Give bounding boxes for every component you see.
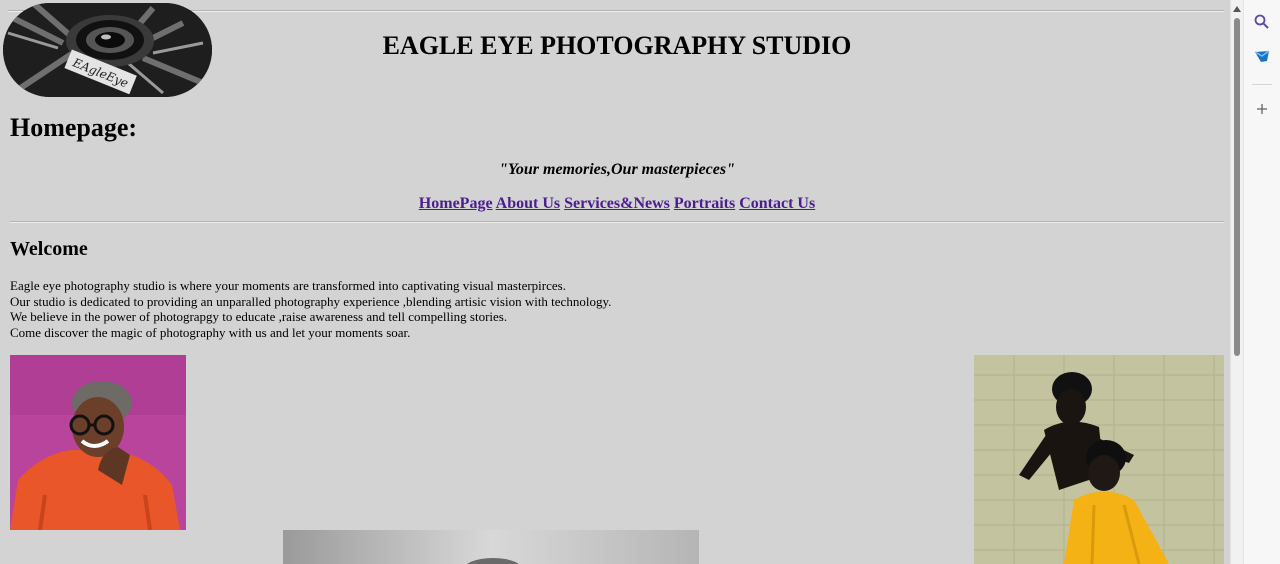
welcome-line: Eagle eye photography studio is where yo… [10,278,566,293]
nav-link-contact-us[interactable]: Contact Us [739,195,815,212]
welcome-text: Eagle eye photography studio is where yo… [10,278,611,340]
tagline: "Your memories,Our masterpieces" [499,161,735,178]
add-icon[interactable] [1253,100,1271,118]
browser-sidebar [1243,0,1280,564]
sidebar-divider [1252,84,1272,85]
portrait-photo-left [10,355,186,530]
site-title: EAGLE EYE PHOTOGRAPHY STUDIO [382,31,852,60]
welcome-line: We believe in the power of photograpgy t… [10,309,508,324]
welcome-line: Our studio is dedicated to providing an … [10,293,612,309]
vertical-scrollbar[interactable] [1230,0,1243,564]
nav-divider [10,221,1224,223]
page-heading: Homepage: [10,113,138,142]
welcome-heading: Welcome [10,238,88,260]
scroll-up-icon[interactable] [1233,6,1241,12]
welcome-line: Come discover the magic of photography w… [10,324,411,340]
search-icon[interactable] [1253,13,1271,31]
scrollbar-thumb[interactable] [1234,18,1240,356]
nav-link-homepage[interactable]: HomePage [419,195,493,212]
nav-link-services-news[interactable]: Services&News [564,195,670,212]
outlook-icon[interactable] [1253,47,1271,65]
portrait-photo-right [974,355,1224,564]
grayscale-photo-bottom [283,530,699,564]
main-nav: HomePage About Us Services&News Portrait… [0,195,1230,213]
nav-link-portraits[interactable]: Portraits [674,195,735,212]
nav-link-about-us[interactable]: About Us [496,195,560,212]
page-viewport: EAgleEye EAGLE EYE PHOTOGRAPHY STUDIO Ho… [0,0,1230,564]
